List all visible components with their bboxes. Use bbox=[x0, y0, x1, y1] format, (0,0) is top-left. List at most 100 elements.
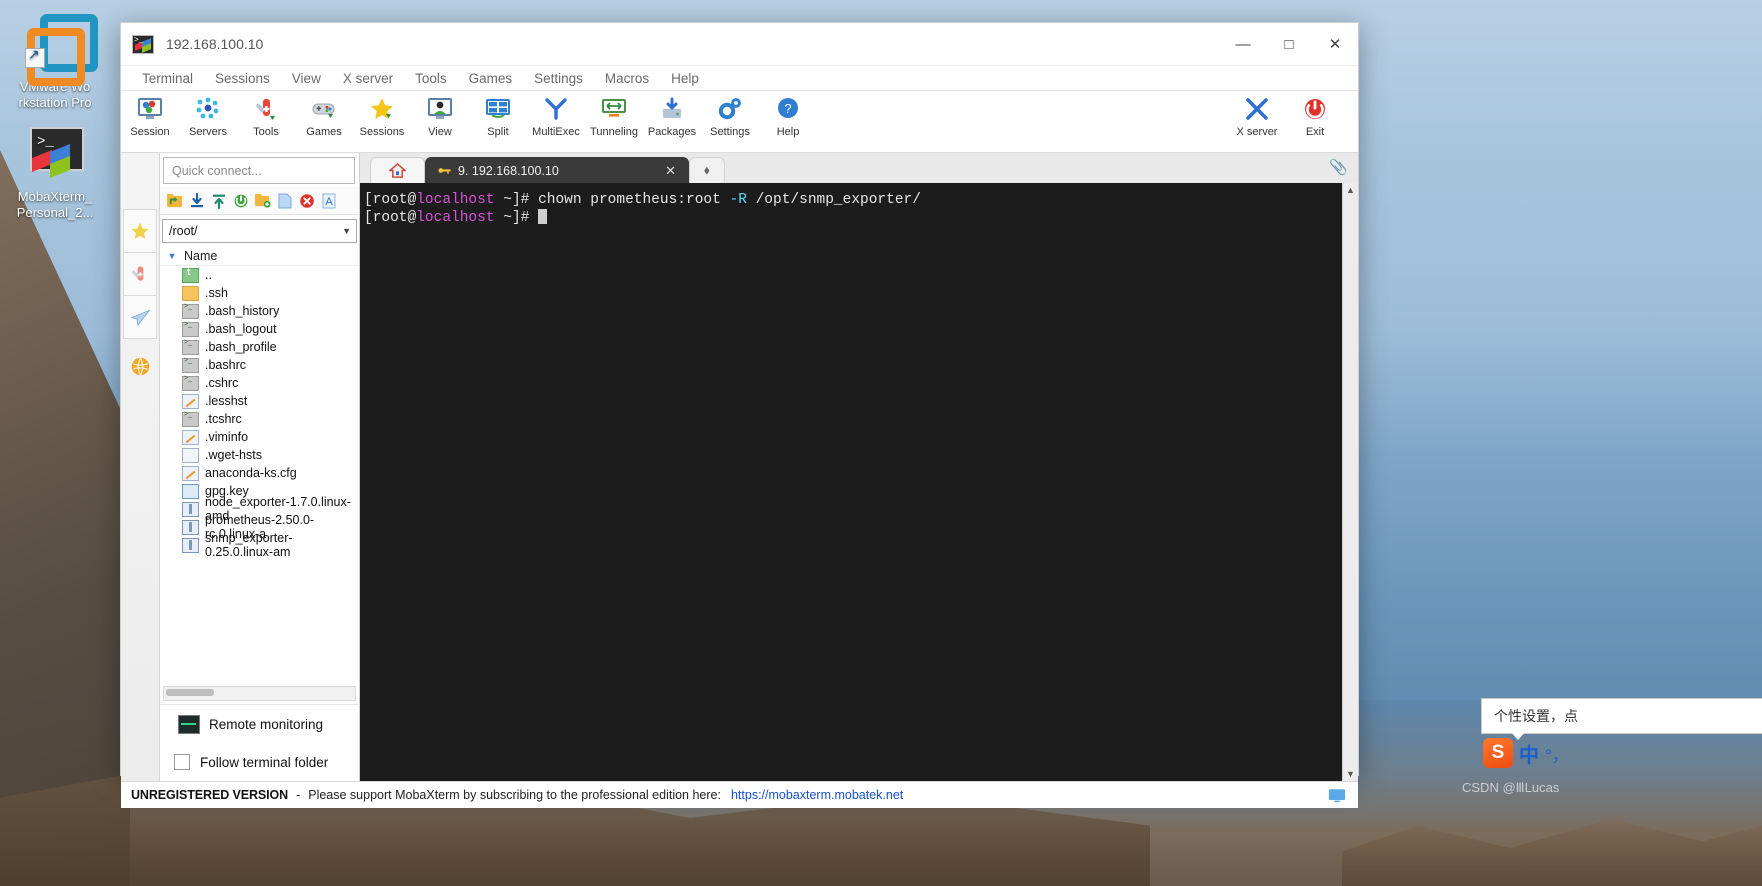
view-icon bbox=[411, 94, 469, 124]
app-icon bbox=[132, 34, 154, 54]
file-list[interactable]: .. .ssh .bash_history .bash_logout .bash… bbox=[160, 266, 359, 683]
file-name: .bash_profile bbox=[205, 340, 277, 354]
file-name: .bash_logout bbox=[205, 322, 277, 336]
toolbar-label: Settings bbox=[710, 126, 750, 138]
toolbar-settings-button[interactable]: Settings bbox=[701, 94, 759, 138]
packages-icon bbox=[643, 94, 701, 124]
toolbar-games-button[interactable]: Games bbox=[295, 94, 353, 138]
list-item[interactable]: .viminfo bbox=[160, 428, 359, 446]
toolbar-x-server-button[interactable]: X server bbox=[1228, 94, 1286, 138]
remote-monitoring-button[interactable]: Remote monitoring bbox=[160, 704, 359, 743]
tools-icon bbox=[237, 94, 295, 124]
close-button[interactable]: ✕ bbox=[1312, 23, 1358, 65]
rail-star-icon[interactable] bbox=[123, 209, 157, 252]
up-folder-icon[interactable] bbox=[165, 191, 184, 210]
list-item[interactable]: .. bbox=[160, 266, 359, 284]
paperclip-icon[interactable]: 📎 bbox=[1329, 158, 1348, 176]
minimize-button[interactable]: — bbox=[1220, 23, 1266, 65]
menu-games[interactable]: Games bbox=[458, 69, 524, 88]
list-item[interactable]: .lesshst bbox=[160, 392, 359, 410]
refresh-icon[interactable] bbox=[231, 191, 250, 210]
svg-text:A: A bbox=[325, 196, 333, 208]
follow-terminal-folder-checkbox[interactable] bbox=[174, 754, 190, 770]
toolbar-session-button[interactable]: Session bbox=[121, 94, 179, 138]
tab-new[interactable]: ⬧ bbox=[689, 157, 725, 183]
scroll-down-icon[interactable]: ▼ bbox=[1346, 769, 1355, 779]
list-item[interactable]: .bash_history bbox=[160, 302, 359, 320]
main-toolbar: Session Servers Tools Games Sessions Vie… bbox=[121, 91, 1358, 153]
list-item[interactable]: .ssh bbox=[160, 284, 359, 302]
archive-file-icon bbox=[182, 537, 199, 553]
menu-terminal[interactable]: Terminal bbox=[131, 69, 204, 88]
download-icon[interactable] bbox=[187, 191, 206, 210]
menu-settings[interactable]: Settings bbox=[523, 69, 594, 88]
menu-x-server[interactable]: X server bbox=[332, 69, 404, 88]
tunneling-icon bbox=[585, 94, 643, 124]
terminal-vertical-scrollbar[interactable]: ▲ ▼ bbox=[1342, 183, 1358, 781]
list-item[interactable]: .tcshrc bbox=[160, 410, 359, 428]
toolbar-packages-button[interactable]: Packages bbox=[643, 94, 701, 138]
ime-mode-indicator[interactable]: 中 bbox=[1519, 739, 1539, 768]
menu-tools[interactable]: Tools bbox=[404, 69, 458, 88]
close-icon[interactable]: ✕ bbox=[665, 163, 676, 179]
follow-terminal-folder-row[interactable]: Follow terminal folder bbox=[160, 743, 359, 781]
maximize-button[interactable]: □ bbox=[1266, 23, 1312, 65]
exit-icon bbox=[1286, 94, 1344, 124]
toolbar-sessions-button[interactable]: Sessions bbox=[353, 94, 411, 138]
menu-sessions[interactable]: Sessions bbox=[204, 69, 281, 88]
rail-swiss-knife-icon[interactable] bbox=[123, 252, 157, 295]
list-item[interactable]: .wget-hsts bbox=[160, 446, 359, 464]
toolbar-tools-button[interactable]: Tools bbox=[237, 94, 295, 138]
tab-strip: 9. 192.168.100.10 ✕ ⬧ 📎 bbox=[360, 153, 1358, 183]
ime-punctuation-indicator[interactable]: °， bbox=[1545, 741, 1569, 766]
list-item[interactable]: anaconda-ks.cfg bbox=[160, 464, 359, 482]
chevron-down-icon[interactable]: ▼ bbox=[342, 226, 351, 236]
sort-arrow-icon[interactable]: ▼ bbox=[160, 251, 184, 261]
menu-help[interactable]: Help bbox=[660, 69, 710, 88]
toolbar-view-button[interactable]: View bbox=[411, 94, 469, 138]
new-file-icon[interactable] bbox=[275, 191, 294, 210]
tab-session-9[interactable]: 9. 192.168.100.10 ✕ bbox=[425, 157, 689, 183]
scroll-up-icon[interactable]: ▲ bbox=[1346, 185, 1355, 195]
desktop-icon-mobaxterm[interactable]: MobaXterm_ Personal_2... bbox=[3, 122, 107, 221]
plain-file-icon bbox=[182, 447, 199, 463]
sogou-ime-icon[interactable]: S bbox=[1483, 738, 1513, 768]
toolbar-tunneling-button[interactable]: Tunneling bbox=[585, 94, 643, 138]
path-input[interactable]: /root/ ▼ bbox=[162, 219, 357, 243]
window-title: 192.168.100.10 bbox=[166, 36, 264, 52]
toolbar-label: Servers bbox=[189, 126, 227, 138]
prompt-close: ~]# bbox=[494, 192, 539, 208]
toolbar-label: MultiExec bbox=[532, 126, 580, 138]
file-name: .bashrc bbox=[205, 358, 246, 372]
delete-icon[interactable] bbox=[297, 191, 316, 210]
toolbar-exit-button[interactable]: Exit bbox=[1286, 94, 1344, 138]
list-item[interactable]: snmp_exporter-0.25.0.linux-am bbox=[160, 531, 359, 559]
text-mode-icon[interactable]: A bbox=[319, 191, 338, 210]
window-titlebar[interactable]: 192.168.100.10 — □ ✕ bbox=[121, 23, 1358, 66]
menu-view[interactable]: View bbox=[281, 69, 332, 88]
terminal-output[interactable]: [root@localhost ~]# chown prometheus:roo… bbox=[360, 183, 1342, 781]
list-item[interactable]: .cshrc bbox=[160, 374, 359, 392]
servers-icon bbox=[179, 94, 237, 124]
session-icon bbox=[121, 94, 179, 124]
list-item[interactable]: .bashrc bbox=[160, 356, 359, 374]
tab-home[interactable] bbox=[370, 157, 425, 183]
upload-icon[interactable] bbox=[209, 191, 228, 210]
horizontal-scrollbar[interactable] bbox=[163, 686, 356, 701]
toolbar-split-button[interactable]: Split bbox=[469, 94, 527, 138]
list-item[interactable]: .bash_profile bbox=[160, 338, 359, 356]
toolbar-servers-button[interactable]: Servers bbox=[179, 94, 237, 138]
status-monitor-icon[interactable] bbox=[1328, 788, 1358, 803]
desktop-icon-vmware[interactable]: VMware Wo rkstation Pro bbox=[3, 12, 107, 111]
rail-globe-icon[interactable] bbox=[124, 345, 156, 387]
new-folder-icon[interactable] bbox=[253, 191, 272, 210]
menu-macros[interactable]: Macros bbox=[594, 69, 660, 88]
watermark: CSDN @ⅢLucas bbox=[1462, 780, 1560, 795]
toolbar-help-button[interactable]: ? Help bbox=[759, 94, 817, 138]
rail-paper-plane-icon[interactable] bbox=[123, 295, 157, 339]
quick-connect-input[interactable]: Quick connect... bbox=[163, 157, 355, 184]
list-item[interactable]: .bash_logout bbox=[160, 320, 359, 338]
file-list-header[interactable]: ▼ Name bbox=[160, 246, 359, 266]
toolbar-multiexec-button[interactable]: MultiExec bbox=[527, 94, 585, 138]
mobaxterm-link[interactable]: https://mobaxterm.mobatek.net bbox=[731, 788, 903, 802]
